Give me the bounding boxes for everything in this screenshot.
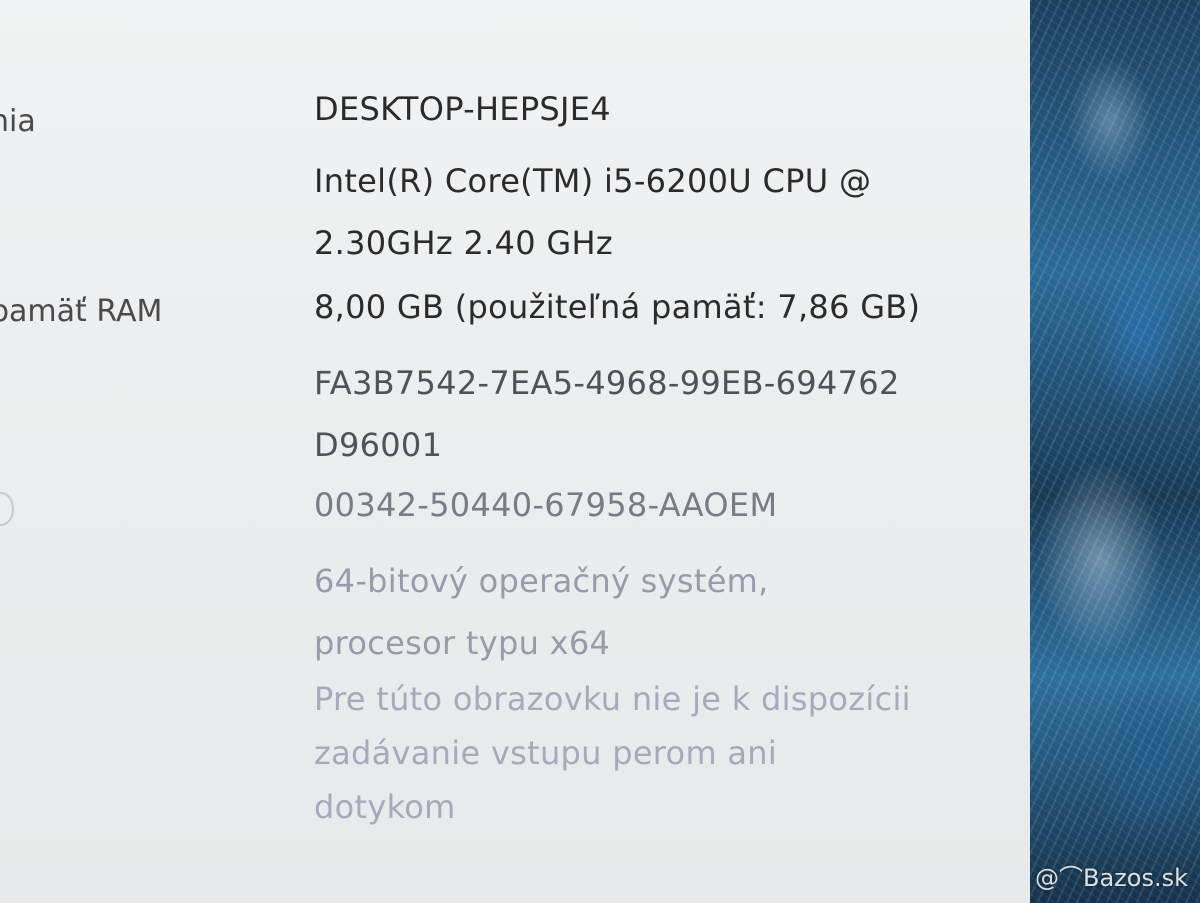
device-id-line-2: D96001 bbox=[314, 426, 443, 464]
processor-line-1: Intel(R) Core(TM) i5-6200U CPU @ bbox=[314, 162, 872, 200]
system-type-line-2: procesor typu x64 bbox=[314, 624, 611, 662]
device-id-value: FA3B7542-7EA5-4968-99EB-694762 D96001 bbox=[314, 352, 900, 476]
settings-panel: e zariadenia nia pamäť RAM DESKTOP-HEPSJ… bbox=[0, 0, 1030, 903]
ram-value: 8,00 GB (použiteľná pamäť: 7,86 GB) bbox=[314, 288, 921, 326]
partial-icon bbox=[0, 492, 14, 526]
desktop-wallpaper bbox=[1030, 0, 1200, 903]
pen-touch-value: Pre túto obrazovku nie je k dispozícii z… bbox=[314, 672, 911, 834]
screen: e zariadenia nia pamäť RAM DESKTOP-HEPSJ… bbox=[0, 0, 1200, 903]
device-name-label: nia bbox=[0, 104, 36, 139]
pen-touch-line-1: Pre túto obrazovku nie je k dispozícii bbox=[314, 680, 911, 718]
system-type-line-1: 64-bitový operačný systém, bbox=[314, 562, 769, 600]
system-type-value: 64-bitový operačný systém, procesor typu… bbox=[314, 550, 769, 674]
product-id-value: 00342-50440-67958-AAOEM bbox=[314, 486, 778, 524]
section-title: e zariadenia bbox=[0, 0, 238, 8]
device-name-value: DESKTOP-HEPSJE4 bbox=[314, 90, 611, 128]
processor-line-2: 2.30GHz 2.40 GHz bbox=[314, 224, 613, 262]
ram-label: pamäť RAM bbox=[0, 294, 163, 329]
pen-touch-line-2: zadávanie vstupu perom ani bbox=[314, 734, 778, 772]
watermark-logo: @⌒Bazos.sk bbox=[1035, 864, 1188, 892]
device-id-line-1: FA3B7542-7EA5-4968-99EB-694762 bbox=[314, 364, 900, 402]
processor-value: Intel(R) Core(TM) i5-6200U CPU @ 2.30GHz… bbox=[314, 150, 871, 274]
pen-touch-line-3: dotykom bbox=[314, 788, 456, 826]
